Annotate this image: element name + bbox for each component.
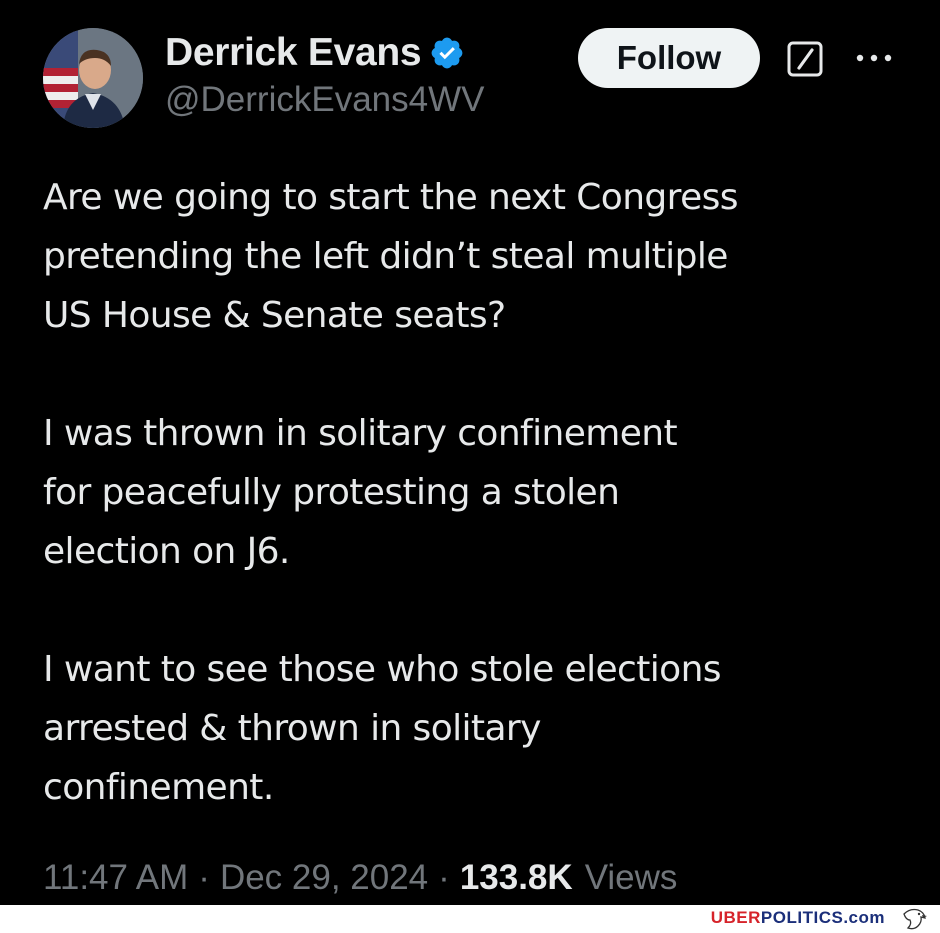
meta-separator: · xyxy=(198,858,210,897)
site-name-part2: POLITICS.com xyxy=(760,908,885,927)
tweet-paragraph: Are we going to start the next Congress … xyxy=(43,177,739,336)
tweet-paragraph: I was thrown in solitary confinement for… xyxy=(43,413,678,572)
more-options-icon[interactable] xyxy=(852,44,896,72)
user-handle[interactable]: @DerrickEvans4WV xyxy=(165,80,484,120)
name-row: Derrick Evans xyxy=(165,30,465,76)
views-count[interactable]: 133.8K xyxy=(460,858,573,898)
site-watermark: UBERPOLITICS.com xyxy=(711,908,885,928)
tweet-time[interactable]: 11:47 AM xyxy=(43,858,188,898)
tweet-date[interactable]: Dec 29, 2024 xyxy=(220,858,428,898)
tweet-card: Derrick Evans @DerrickEvans4WV Follow Ar… xyxy=(0,0,940,905)
display-name[interactable]: Derrick Evans xyxy=(165,31,422,75)
site-name-part1: UBER xyxy=(710,908,761,927)
eagle-icon xyxy=(903,908,927,930)
avatar-photo xyxy=(43,28,143,128)
meta-separator: · xyxy=(438,858,450,897)
views-label: Views xyxy=(584,858,678,897)
watermark-bar: UBERPOLITICS.com xyxy=(0,905,940,933)
tweet-paragraph: I want to see those who stole elections … xyxy=(43,649,722,808)
verified-badge-icon xyxy=(431,37,463,69)
grok-icon[interactable] xyxy=(786,40,824,78)
follow-button[interactable]: Follow xyxy=(578,28,760,88)
tweet-text: Are we going to start the next Congress … xyxy=(43,168,923,817)
avatar[interactable] xyxy=(43,28,143,128)
tweet-meta: 11:47 AM · Dec 29, 2024 · 133.8K Views xyxy=(43,858,677,898)
